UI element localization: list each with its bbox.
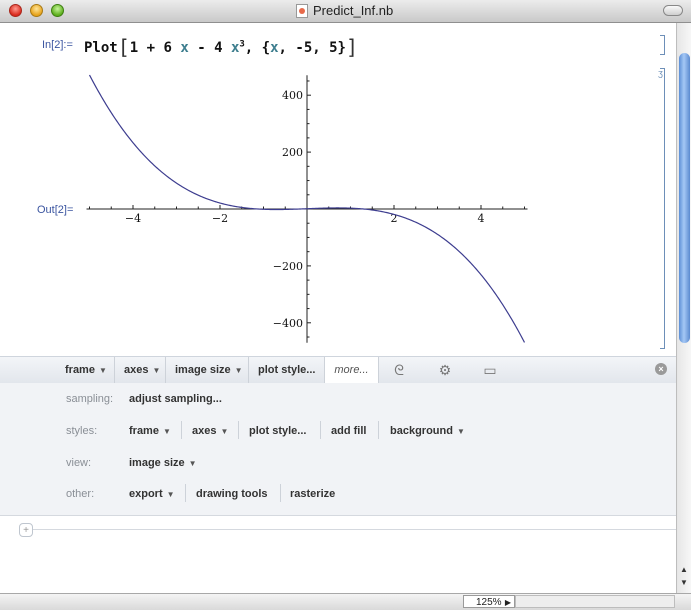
separator [378,421,379,439]
more-button[interactable]: more... [324,357,379,383]
chevron-down-icon: ▼ [152,366,161,375]
image-size-menu[interactable]: image size ▼ [165,357,243,383]
rasterize-link[interactable]: rasterize [290,488,335,500]
horizontal-scrollbar[interactable] [515,595,675,608]
styles-frame-label: frame [129,425,159,437]
separator [320,421,321,439]
toolbar-toggle-button[interactable] [663,5,683,16]
x-tick-label: −4 [125,212,141,225]
notebook-area: In[2]:= Plot[1 + 6 x - 4 x3, {x, -5, 5}]… [0,23,676,593]
image-size-menu-label: image size [175,364,231,376]
scroll-down-arrow-icon[interactable]: ▼ [680,578,688,587]
plot-style-menu-label: plot style... [258,364,316,376]
chevron-down-icon: ▼ [166,490,175,499]
y-tick-label: 200 [282,146,303,159]
close-suggestions-icon[interactable]: × [655,363,667,375]
chevron-down-icon: ▼ [162,427,171,436]
styles-frame-menu[interactable]: frame ▼ [129,425,171,437]
sampling-label: sampling: [66,393,114,405]
styles-axes-label: axes [192,425,217,437]
adjust-sampling-link[interactable]: adjust sampling... [129,393,222,405]
chevron-down-icon: ▼ [220,427,229,436]
axes-menu-label: axes [124,364,149,376]
chevron-down-icon: ▼ [98,366,107,375]
zoom-menu[interactable]: 125% ▶ [463,595,515,608]
y-tick-label: −200 [273,260,303,273]
zoom-window-button[interactable] [51,4,64,17]
background-label: background [390,425,453,437]
add-fill-link[interactable]: add fill [331,425,366,437]
scroll-up-arrow-icon[interactable]: ▲ [680,565,688,574]
chevron-down-icon: ▼ [234,366,243,375]
y-tick-label: 400 [282,89,303,102]
styles-plot-style-link[interactable]: plot style... [249,425,306,437]
new-cell-insertion-line[interactable] [32,529,676,530]
comment-icon[interactable]: ▭ [481,362,499,378]
export-label: export [129,488,163,500]
frame-menu[interactable]: frame ▼ [65,357,107,383]
view-image-size-menu[interactable]: image size ▼ [129,457,197,469]
minimize-window-button[interactable] [30,4,43,17]
axes-menu[interactable]: axes ▼ [114,357,160,383]
separator [238,421,239,439]
plot-style-menu[interactable]: plot style... [248,357,315,383]
suggestions-panel: sampling: adjust sampling... styles: fra… [0,383,676,516]
drawing-tools-link[interactable]: drawing tools [196,488,268,500]
other-label: other: [66,488,95,500]
x-tick-label: −2 [212,212,228,225]
separator [185,484,186,502]
frame-menu-label: frame [65,364,95,376]
export-menu[interactable]: export ▼ [129,488,175,500]
chevron-down-icon: ▼ [456,427,465,436]
background-menu[interactable]: background ▼ [390,425,465,437]
chevron-down-icon: ▼ [188,459,197,468]
chevron-right-icon: ▶ [504,598,511,607]
scrollbar-thumb[interactable] [679,53,690,343]
plot-graphic[interactable]: −4 −2 2 4400200−200−400 [0,23,676,353]
add-cell-icon[interactable]: + [19,523,33,537]
styles-axes-menu[interactable]: axes ▼ [192,425,228,437]
x-tick-label: 4 [478,212,485,225]
chip-icon[interactable]: ⚙ [436,362,454,378]
title-bar: Predict_Inf.nb [0,0,691,23]
close-window-button[interactable] [9,4,22,17]
notebook-file-icon [296,4,308,18]
styles-label: styles: [66,425,98,437]
suggestions-bar: frame ▼ axes ▼ image size ▼ plot style... m… [0,356,676,384]
y-tick-label: −400 [273,317,303,330]
view-label: view: [66,457,92,469]
view-image-size-label: image size [129,457,185,469]
spiral-icon[interactable]: ᘓ [390,362,408,378]
zoom-level: 125% [476,597,502,608]
separator [280,484,281,502]
status-bar: 125% ▶ [0,593,691,610]
window-title: Predict_Inf.nb [313,3,394,18]
vertical-scrollbar[interactable]: ▲ ▼ [676,23,691,593]
separator [181,421,182,439]
